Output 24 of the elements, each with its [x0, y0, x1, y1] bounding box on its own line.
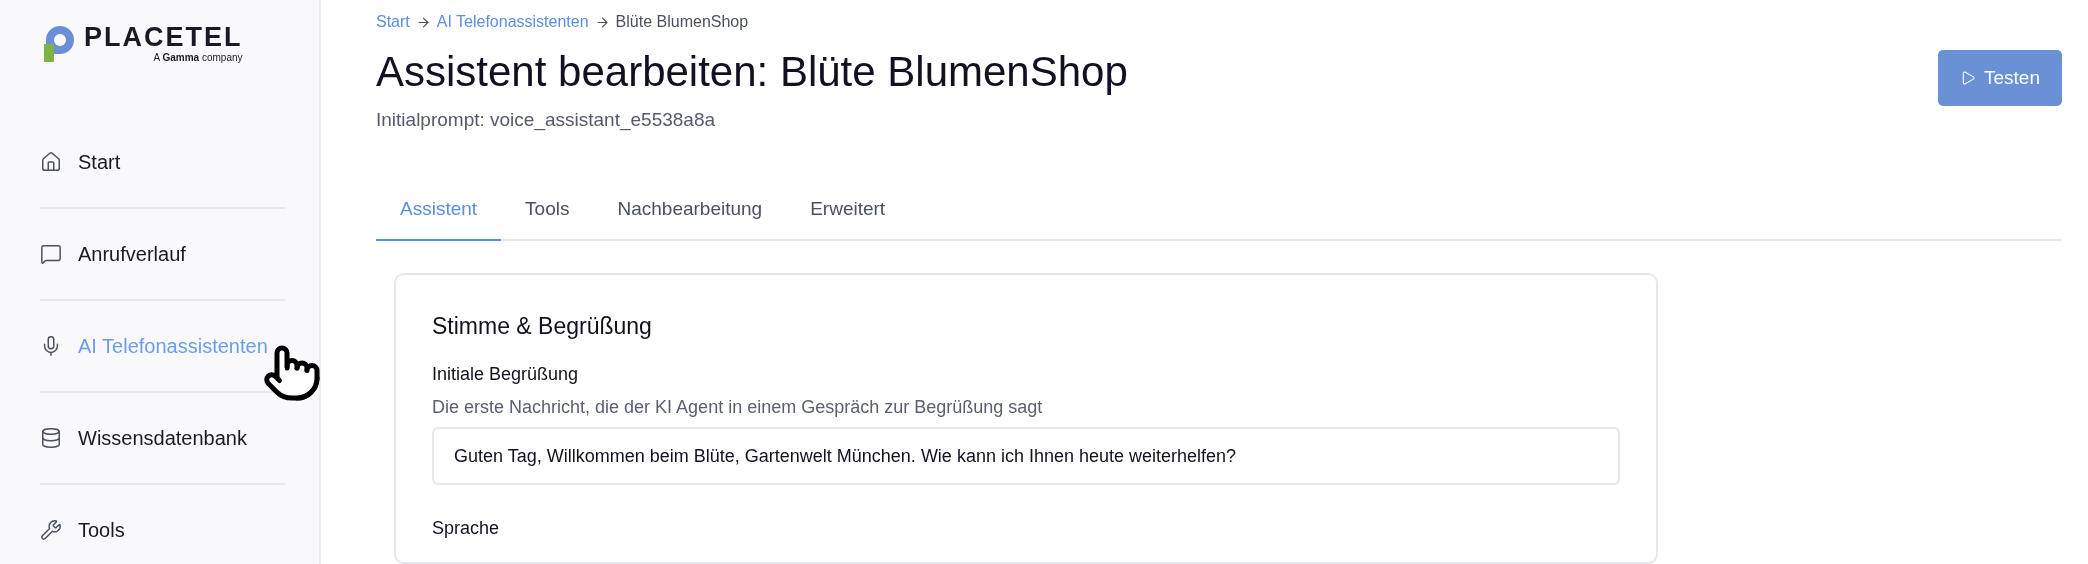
- field-label: Initiale Begrüßung: [432, 363, 580, 386]
- card-title: Stimme & Begrüßung: [432, 311, 653, 341]
- sidebar-item[interactable]: Tools: [40, 485, 285, 564]
- logo-tagline: A Gamma company: [153, 52, 243, 64]
- play-icon: [1960, 70, 1976, 86]
- logo-wordmark: PLACETEL: [84, 22, 243, 52]
- tab[interactable]: Nachbearbeitung: [593, 180, 787, 241]
- tab[interactable]: Erweitert: [786, 180, 910, 241]
- home-icon: [40, 151, 62, 173]
- field-hint: Die erste Nachricht, die der KI Agent in einem Gespräch zur Begrüßung sagt: [432, 396, 1044, 419]
- arrow-right-icon: [415, 14, 431, 30]
- breadcrumb-current: Blüte BlumenShop: [615, 12, 749, 32]
- sidebar-item[interactable]: Wissensdatenbank: [40, 393, 285, 483]
- database-icon: [40, 427, 62, 449]
- wrench-icon: [40, 519, 62, 541]
- arrow-right-icon: [594, 14, 610, 30]
- chat-bubble-icon: [40, 243, 62, 265]
- greeting-input-field[interactable]: Guten Tag, Willkommen beim Blüte, Gartenwelt München. Wie kann ich Ihnen heute weiterhelfen?: [432, 427, 1620, 485]
- sidebar-item[interactable]: Start: [40, 117, 285, 207]
- tab[interactable]: Tools: [501, 180, 594, 241]
- page-subtitle: Initialprompt: voice_assistant_e5538a8a: [376, 108, 717, 133]
- sidebar-item[interactable]: Anrufverlauf: [40, 209, 285, 299]
- page-title: Assistent bearbeiten: Blüte BlumenShop: [376, 47, 1128, 97]
- field-label: Sprache: [432, 517, 501, 540]
